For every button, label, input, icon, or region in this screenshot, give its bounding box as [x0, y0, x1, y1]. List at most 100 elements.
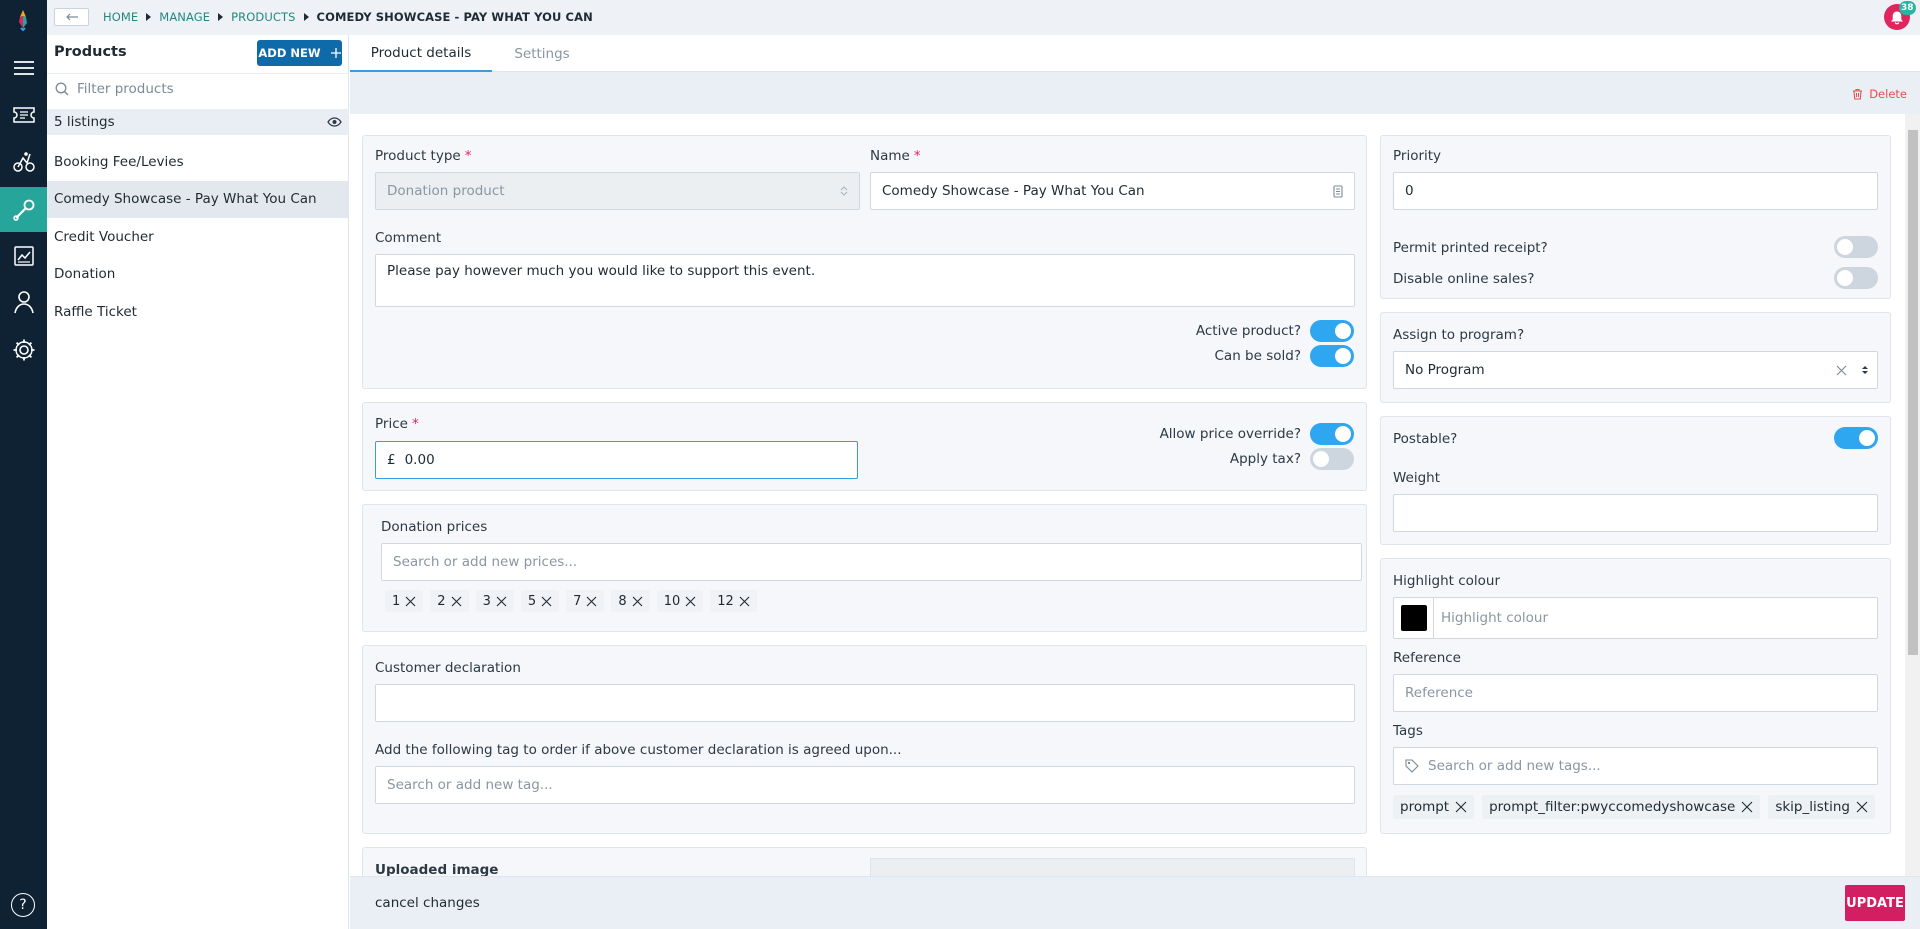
tag-chip: prompt_filter:pwyccomedyshowcase [1482, 795, 1761, 819]
close-icon[interactable] [632, 596, 643, 607]
reference-label: Reference [1393, 650, 1461, 666]
permit-printed-receipt-label: Permit printed receipt? [1393, 240, 1548, 256]
settings-gear-icon[interactable] [11, 337, 37, 363]
notifications-button[interactable]: 38 [1884, 1, 1916, 30]
close-icon[interactable] [451, 596, 462, 607]
close-icon[interactable] [1741, 801, 1753, 813]
weight-label: Weight [1393, 470, 1441, 486]
program-select[interactable]: No Program [1393, 351, 1878, 389]
top-bar: HOME MANAGE PRODUCTS COMEDY SHOWCASE - P… [47, 0, 1920, 35]
assign-program-label: Assign to program? [1393, 327, 1525, 343]
postable-card: Postable? Weight [1380, 416, 1891, 545]
product-list-item-selected[interactable]: Comedy Showcase - Pay What You Can [47, 180, 349, 218]
postable-toggle[interactable] [1834, 427, 1878, 449]
priority-card: Priority 0 Permit printed receipt? Disab… [1380, 135, 1891, 299]
filter-products-input[interactable]: Filter products [47, 73, 349, 103]
product-list-title: Products [54, 44, 127, 60]
eye-icon[interactable] [327, 117, 342, 127]
text-field-icon [1333, 184, 1343, 198]
notification-count-badge: 38 [1899, 1, 1916, 15]
customer-declaration-input[interactable] [375, 684, 1355, 722]
listing-count-bar: 5 listings [47, 109, 349, 135]
nav-rail: ? [0, 0, 47, 929]
form-content: Product type * Donation product Name * Com… [350, 114, 1905, 876]
donation-price-chips: 1 2 3 5 7 8 10 12 [385, 590, 764, 612]
scrollbar[interactable] [1905, 114, 1920, 876]
donation-price-chip: 1 [385, 590, 424, 612]
name-value: Comedy Showcase - Pay What You Can [882, 183, 1145, 199]
apply-tax-row: Apply tax? [1230, 448, 1354, 470]
price-value: 0.00 [404, 452, 435, 468]
colour-swatch-button[interactable] [1394, 598, 1434, 638]
can-be-sold-toggle[interactable] [1310, 345, 1354, 367]
close-icon[interactable] [405, 596, 416, 607]
tools-icon[interactable] [0, 187, 47, 232]
breadcrumb-manage[interactable]: MANAGE [159, 10, 210, 24]
product-type-label: Product type * [375, 148, 472, 164]
donation-price-chip: 10 [656, 590, 704, 612]
close-icon[interactable] [739, 596, 750, 607]
allow-price-override-toggle[interactable] [1310, 423, 1354, 445]
breadcrumb-home[interactable]: HOME [103, 10, 138, 24]
reference-input[interactable]: Reference [1393, 674, 1878, 712]
clear-icon[interactable] [1836, 365, 1847, 376]
help-icon[interactable]: ? [11, 893, 35, 917]
product-list: Booking Fee/Levies Comedy Showcase - Pay… [47, 143, 349, 331]
active-product-toggle[interactable] [1310, 320, 1354, 342]
tags-input[interactable]: Search or add new tags... [1393, 747, 1878, 785]
price-input[interactable]: £ 0.00 [375, 441, 858, 479]
menu-icon[interactable] [11, 55, 37, 81]
tag-icon [1405, 759, 1419, 773]
action-bar: Delete [350, 72, 1920, 114]
scrollbar-thumb[interactable] [1908, 130, 1918, 655]
comment-value: Please pay however much you would like t… [387, 263, 816, 279]
declaration-tag-input[interactable]: Search or add new tag... [375, 766, 1355, 804]
image-dropzone[interactable] [870, 858, 1355, 876]
update-button[interactable]: UPDATE [1845, 885, 1905, 921]
close-icon[interactable] [1856, 801, 1868, 813]
weight-input[interactable] [1393, 494, 1878, 532]
close-icon[interactable] [541, 596, 552, 607]
add-new-button[interactable]: ADD NEW [257, 40, 342, 66]
highlight-colour-placeholder: Highlight colour [1441, 610, 1549, 626]
tag-chip: skip_listing [1768, 795, 1875, 819]
app-logo[interactable] [12, 8, 34, 32]
product-type-value: Donation product [387, 183, 505, 199]
breadcrumb-separator-icon [146, 13, 152, 21]
close-icon[interactable] [685, 596, 696, 607]
breadcrumb-products[interactable]: PRODUCTS [231, 10, 295, 24]
close-icon[interactable] [586, 596, 597, 607]
cancel-changes-link[interactable]: cancel changes [375, 895, 480, 911]
product-list-item[interactable]: Credit Voucher [47, 218, 349, 256]
product-type-select: Donation product [375, 172, 860, 210]
program-card: Assign to program? No Program [1380, 312, 1891, 403]
product-list-item[interactable]: Donation [47, 256, 349, 294]
product-list-item[interactable]: Raffle Ticket [47, 293, 349, 331]
search-icon [55, 82, 69, 95]
reports-icon[interactable] [11, 243, 37, 269]
ticket-icon[interactable] [11, 102, 37, 128]
product-list-item[interactable]: Booking Fee/Levies [47, 143, 349, 181]
donation-price-chip: 2 [430, 590, 469, 612]
permit-printed-receipt-toggle[interactable] [1834, 236, 1878, 258]
tab-product-details[interactable]: Product details [350, 35, 492, 72]
can-be-sold-label: Can be sold? [1214, 348, 1302, 364]
donation-prices-input[interactable]: Search or add new prices... [381, 543, 1362, 581]
add-new-label: ADD NEW [258, 46, 321, 60]
back-button[interactable] [54, 8, 89, 26]
apply-tax-toggle[interactable] [1310, 448, 1354, 470]
close-icon[interactable] [1455, 801, 1467, 813]
trash-icon [1853, 88, 1863, 100]
can-be-sold-row: Can be sold? [1214, 345, 1354, 367]
name-input[interactable]: Comedy Showcase - Pay What You Can [870, 172, 1355, 210]
close-icon[interactable] [496, 596, 507, 607]
highlight-colour-input[interactable]: Highlight colour [1393, 597, 1878, 639]
activity-icon[interactable] [11, 149, 37, 175]
priority-input[interactable]: 0 [1393, 172, 1878, 210]
disable-online-sales-toggle[interactable] [1834, 267, 1878, 289]
user-icon[interactable] [11, 289, 37, 315]
delete-button[interactable]: Delete [1852, 87, 1907, 101]
listing-count: 5 listings [54, 114, 115, 130]
tab-settings[interactable]: Settings [492, 35, 592, 72]
comment-textarea[interactable]: Please pay however much you would like t… [375, 254, 1355, 307]
